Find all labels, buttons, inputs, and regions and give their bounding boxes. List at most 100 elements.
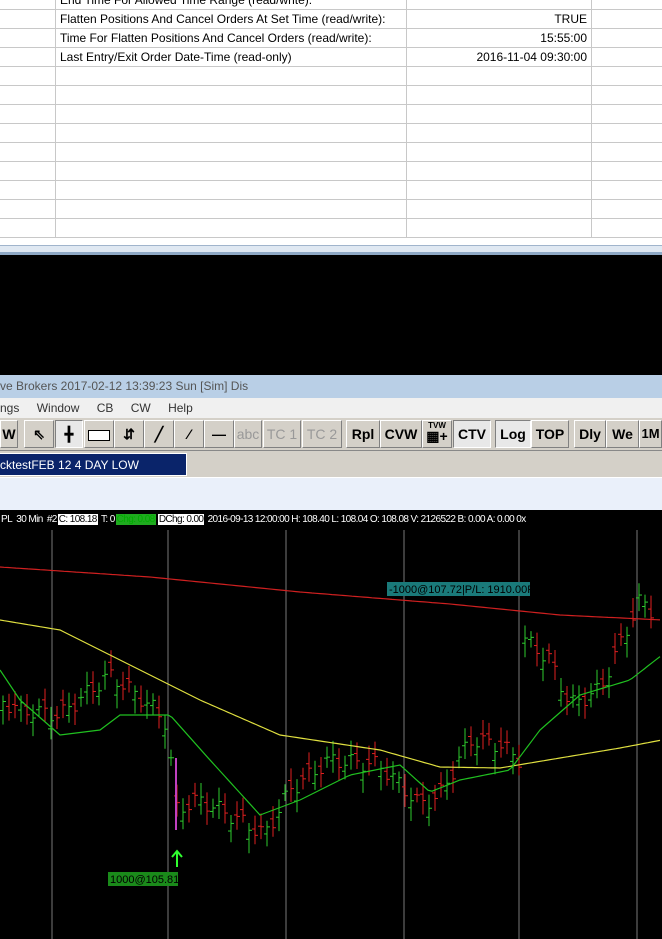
interval: 30 Min [16,514,43,525]
splitter[interactable] [0,245,662,255]
symbol: PL [1,514,13,525]
grid-extra-cell [592,29,662,48]
parameters-grid: End Time For Allowed Time Range (read/wr… [0,0,662,245]
tab-backtest[interactable]: cktestFEB 12 4 DAY LOW REVERSAL [0,453,187,494]
param-label: Flatten Positions And Cancel Orders At S… [56,10,407,29]
row-header [0,219,56,238]
cvw-button[interactable]: CVW [380,420,422,448]
param-value[interactable]: 15:55:00 [407,29,592,48]
param-label: Last Entry/Exit Order Date-Time (read-on… [56,48,407,67]
param-value[interactable]: TRUE [407,10,592,29]
row-header [0,124,56,143]
menu-settings[interactable]: ngs [0,401,19,415]
row-header [0,143,56,162]
grid-extra-cell [592,181,662,200]
row-header [0,200,56,219]
tc2-button[interactable]: TC 2 [302,420,342,448]
cursor-icon: ⇖ [33,426,45,442]
row-header [0,67,56,86]
param-value[interactable] [407,124,592,143]
window-title-bar: ve Brokers 2017-02-12 13:39:23 Sun [Sim]… [0,375,662,398]
weekly-button[interactable]: We [606,420,639,448]
daily-change-value: DChg: 0.00 [157,514,205,525]
param-value[interactable] [407,143,592,162]
tvw-button[interactable]: TVW ▦+ [422,420,452,448]
text-tool-button[interactable]: abc [234,420,262,448]
measure-tool-button[interactable]: ⇵ [114,420,144,448]
ctv-button[interactable]: CTV [453,420,491,448]
menu-cb[interactable]: CB [97,401,114,415]
sell-order-label: -1000@107.72|P/L: 1910.00P [389,584,535,596]
ray-tool-button[interactable]: ⁄ [174,420,204,448]
t-value: T: 0 [100,514,115,525]
rectangle-tool-button[interactable] [84,420,114,448]
param-value[interactable] [407,86,592,105]
grid-row[interactable] [0,86,662,105]
grid-extra-cell [592,219,662,238]
w-button[interactable]: W [0,420,18,448]
menu-bar: ngs Window CB CW Help [0,398,662,418]
grid-extra-cell [592,162,662,181]
grid-row[interactable] [0,162,662,181]
close-value: C: 108.18 [57,514,98,525]
trendline-tool-button[interactable]: ╱ [144,420,174,448]
grid-extra-cell [592,124,662,143]
chart-header-area [0,478,662,510]
grid-row[interactable] [0,124,662,143]
param-label: Time For Flatten Positions And Cancel Or… [56,29,407,48]
grid-row[interactable]: Last Entry/Exit Order Date-Time (read-on… [0,48,662,67]
param-value[interactable] [407,0,592,10]
grid-extra-cell [592,48,662,67]
grid-row[interactable] [0,181,662,200]
param-value[interactable] [407,200,592,219]
measure-icon: ⇵ [123,426,135,442]
horizontal-line-icon: — [212,426,226,442]
grid-row[interactable] [0,219,662,238]
rpl-button[interactable]: Rpl [346,420,380,448]
row-header [0,162,56,181]
menu-help[interactable]: Help [168,401,193,415]
crosshair-tool-button[interactable]: ╋ [55,420,83,448]
grid-row[interactable] [0,105,662,124]
row-header [0,86,56,105]
param-label [56,181,407,200]
ma-slow-line [0,566,661,621]
rectangle-icon [88,429,110,441]
param-value[interactable] [407,181,592,200]
pointer-tool-button[interactable]: ⇖ [24,420,54,448]
row-header [0,0,56,10]
hline-tool-button[interactable]: — [204,420,234,448]
tc1-button[interactable]: TC 1 [263,420,301,448]
grid-row[interactable] [0,200,662,219]
grid-extra-cell [592,10,662,29]
buy-order-label: 1000@105.81 [110,874,179,886]
grid-row[interactable] [0,143,662,162]
param-label [56,143,407,162]
row-header [0,29,56,48]
monthly-button[interactable]: 1M [639,420,662,448]
log-button[interactable]: Log [495,420,531,448]
bar-details: 2016-09-13 12:00:00 H: 108.40 L: 108.04 … [207,514,527,525]
row-header [0,10,56,29]
daily-button[interactable]: Dly [574,420,606,448]
menu-window[interactable]: Window [37,401,80,415]
grid-row[interactable]: End Time For Allowed Time Range (read/wr… [0,0,662,10]
param-label [56,124,407,143]
toolbar: W ⇖ ╋ ⇵ ╱ ⁄ — abc TC 1 TC 2 Rpl CVW TVW ▦… [0,418,662,451]
param-value[interactable] [407,219,592,238]
row-header [0,48,56,67]
menu-cw[interactable]: CW [131,401,151,415]
grid-extra-cell [592,143,662,162]
param-value[interactable]: 2016-11-04 09:30:00 [407,48,592,67]
param-value[interactable] [407,67,592,86]
param-label [56,67,407,86]
grid-row[interactable]: Flatten Positions And Cancel Orders At S… [0,10,662,29]
grid-row[interactable] [0,67,662,86]
grid-row[interactable]: Time For Flatten Positions And Cancel Or… [0,29,662,48]
price-chart[interactable]: -1000@107.72|P/L: 1910.00P 1000@105.81 [0,530,662,939]
grid-extra-cell [592,0,662,10]
buy-arrow-icon [171,849,183,867]
top-button[interactable]: TOP [531,420,569,448]
param-value[interactable] [407,162,592,181]
param-value[interactable] [407,105,592,124]
